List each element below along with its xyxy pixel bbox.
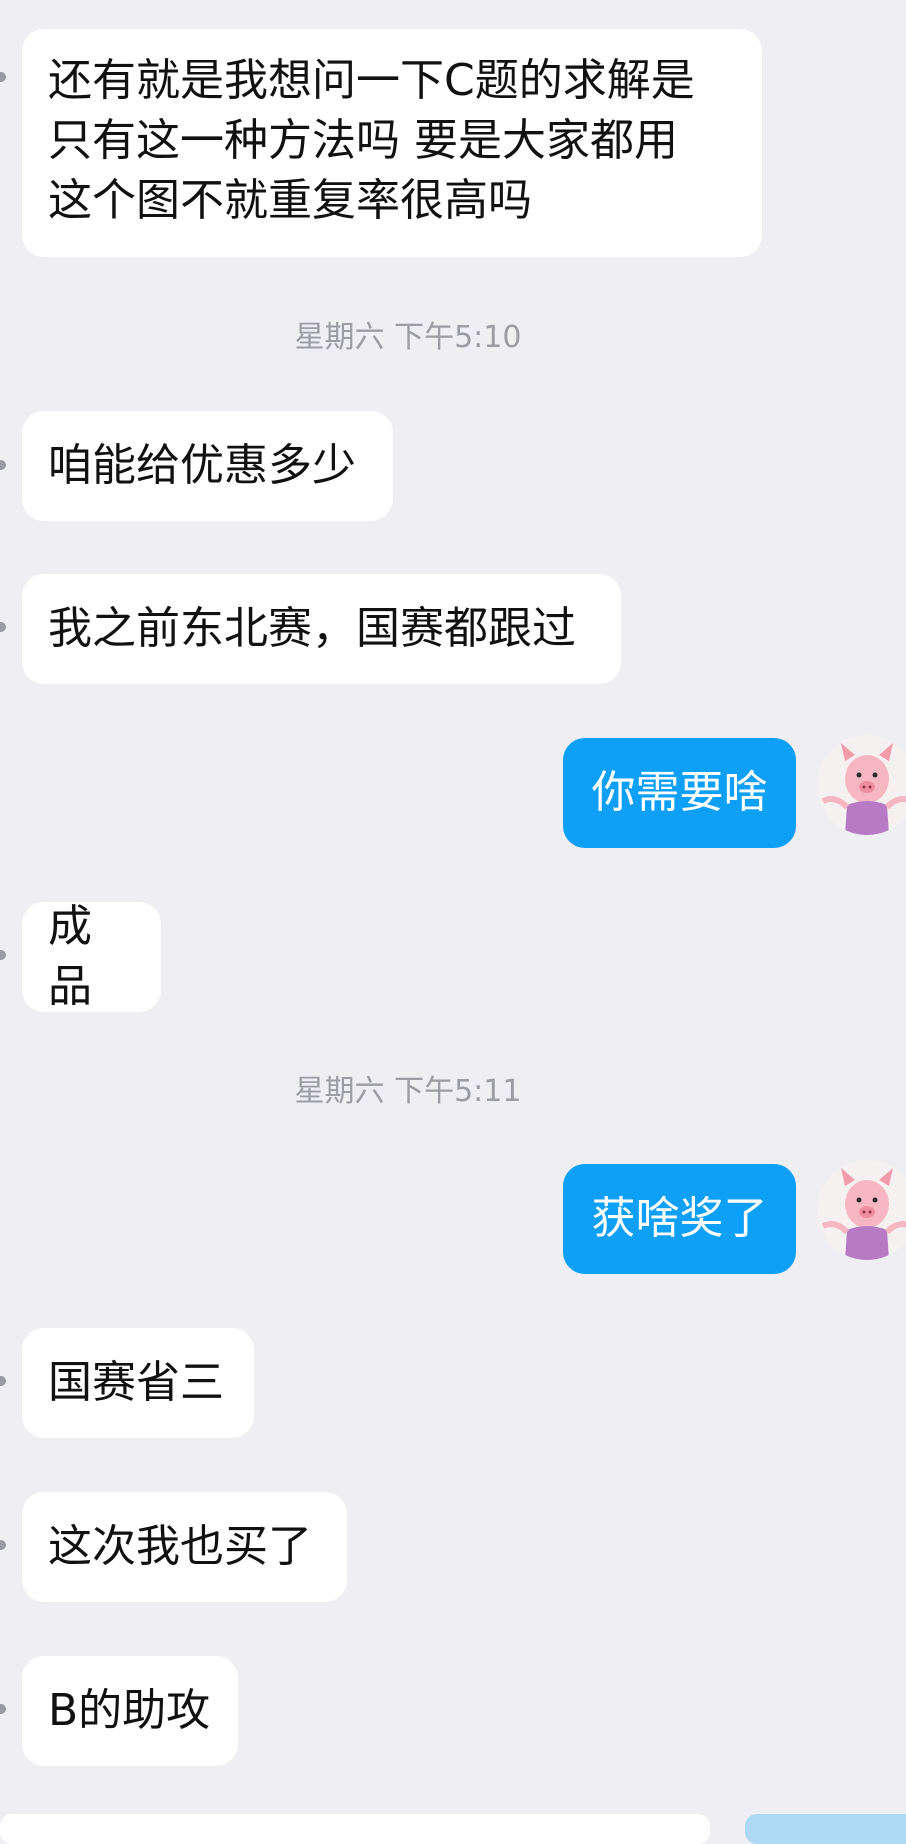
timestamp: 星期六 下午5:11 <box>294 1074 522 1109</box>
message-edge-indicator <box>0 1540 6 1550</box>
timestamp: 星期六 下午5:10 <box>294 320 522 355</box>
incoming-message[interactable]: 成品 <box>22 901 161 1012</box>
message-input-area[interactable] <box>0 1814 710 1844</box>
chat-window: 还有就是我想问一下C题的求解是 只有这一种方法吗 要是大家都用 这个图不就重复率… <box>0 0 906 1844</box>
message-edge-indicator <box>0 622 6 632</box>
incoming-message[interactable]: 我之前东北赛，国赛都跟过 <box>22 574 621 684</box>
user-avatar[interactable] <box>817 735 906 835</box>
message-edge-indicator <box>0 72 6 82</box>
incoming-message[interactable]: 还有就是我想问一下C题的求解是 只有这一种方法吗 要是大家都用 这个图不就重复率… <box>22 29 762 257</box>
piglet-avatar-icon <box>817 1160 906 1260</box>
outgoing-message[interactable]: 你需要啥 <box>563 738 796 848</box>
piglet-avatar-icon <box>817 735 906 835</box>
send-button[interactable] <box>745 1814 906 1844</box>
incoming-message[interactable]: B的助攻 <box>22 1656 238 1766</box>
message-edge-indicator <box>0 460 6 470</box>
outgoing-message[interactable]: 获啥奖了 <box>563 1164 796 1274</box>
message-edge-indicator <box>0 1704 6 1714</box>
message-edge-indicator <box>0 950 6 960</box>
incoming-message[interactable]: 咱能给优惠多少 <box>22 411 393 521</box>
incoming-message[interactable]: 国赛省三 <box>22 1328 254 1438</box>
message-edge-indicator <box>0 1376 6 1386</box>
user-avatar[interactable] <box>817 1160 906 1260</box>
incoming-message[interactable]: 这次我也买了 <box>22 1492 347 1602</box>
